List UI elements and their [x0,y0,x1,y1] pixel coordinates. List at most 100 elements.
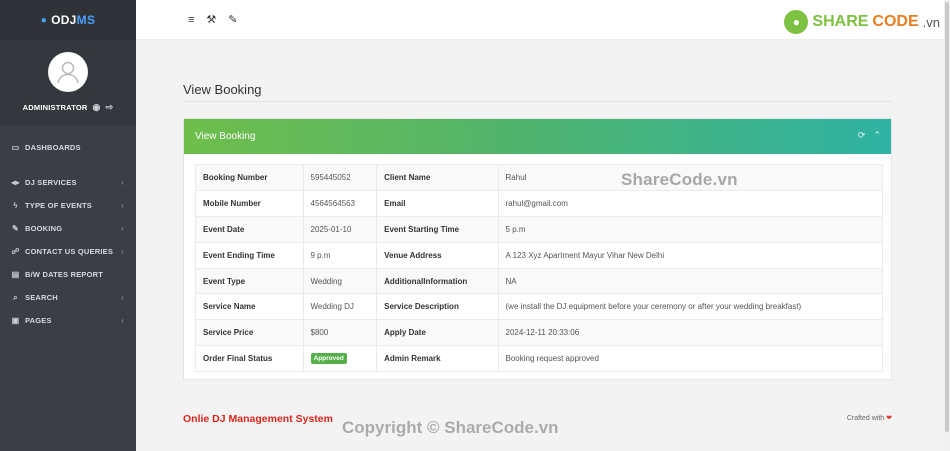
field-label: Venue Address [376,241,499,269]
sidebar: ● ODJ MS ADMINISTRATOR ◉ ⇨ ▭ DASHBOARDS ◂▸ D… [0,0,136,451]
field-value: A 123 Xyz Apartment Mayur Vihar New Delh… [497,241,884,269]
sidebar-item-label: CONTACT US QUERIES [25,247,114,256]
table-row: Booking Number 595445052 Client Name Rahul [195,164,884,191]
chevron-up-icon[interactable]: ⌃ [873,130,881,141]
droplet-icon: ● [40,14,48,26]
sidebar-nav: ▭ DASHBOARDS ◂▸ DJ SERVICES ‹ ϟ TYPE OF EVENTS… [0,126,136,332]
sidebar-item-pages[interactable]: ▣ PAGES ‹ [0,309,136,332]
copyright-watermark: Copyright © ShareCode.vn [342,418,559,437]
sidebar-item-booking[interactable]: ✎ BOOKING ‹ [0,217,136,240]
users-icon: ☍ [11,247,20,256]
sharecode-logo: ● SHARE CODE .vn [784,10,940,34]
sidebar-item-type-of-events[interactable]: ϟ TYPE OF EVENTS ‹ [0,194,136,217]
table-row: Event Ending Time 9 p.m Venue Address A 123… [195,241,884,269]
panel-header: View Booking ⟳ ⌃ [184,119,891,154]
footer-credit: Crafted with ❤ [847,414,892,422]
field-label: Event Type [195,267,304,295]
scrollbar[interactable] [944,0,950,451]
sidebar-item-label: SEARCH [25,293,58,302]
app-root: ● ODJ MS ADMINISTRATOR ◉ ⇨ ▭ DASHBOARDS ◂▸ D… [0,0,950,451]
field-value: Approved [302,345,378,373]
field-value: 4564564563 [302,189,378,217]
file-icon: ▤ [11,270,20,279]
field-value: Wedding [302,267,378,295]
sidebar-item-dashboards[interactable]: ▭ DASHBOARDS [0,136,136,159]
heart-icon: ❤ [886,415,892,422]
edit-icon: ✎ [12,224,19,233]
wrench-icon[interactable]: ⚒ [206,13,216,26]
profile-panel: ADMINISTRATOR ◉ ⇨ [0,40,136,126]
profile-row: ADMINISTRATOR ◉ ⇨ [23,102,114,113]
field-label: Service Name [195,293,304,321]
chevron-left-icon: ‹ [121,224,124,233]
field-label: Event Ending Time [195,241,304,269]
field-value: rahul@gmail.com [497,189,884,217]
field-value: 2025-01-10 [302,215,378,243]
footer-title: Onlie DJ Management System [183,413,333,425]
sharecode-mark-icon: ● [784,10,809,34]
table-row: Service Name Wedding DJ Service Descriptio… [195,293,884,321]
field-value: $800 [302,319,378,347]
sidebar-item-label: PAGES [25,316,52,325]
field-value: 2024-12-11 20:33:06 [497,319,884,347]
panel-tools: ⟳ ⌃ [858,130,881,141]
booking-panel: View Booking ⟳ ⌃ Booking Number 595445052… [183,118,892,380]
footer-credit-text: Crafted with [846,415,885,422]
field-label: Apply Date [376,319,499,347]
brush-icon[interactable]: ✎ [228,13,237,26]
chevron-left-icon: ‹ [121,178,124,187]
brand-suffix: MS [76,13,96,27]
sidebar-item-dj-services[interactable]: ◂▸ DJ SERVICES ‹ [0,171,136,194]
sidebar-item-label: BOOKING [25,224,63,233]
status-badge: Approved [310,353,347,365]
field-label: Email [376,189,499,217]
field-value: Booking request approved [497,345,884,373]
chevron-left-icon: ‹ [121,247,124,256]
title-divider [183,101,892,102]
panel-title: View Booking [195,131,256,142]
avatar [48,52,88,92]
field-value: Wedding DJ [302,293,378,321]
sidebar-item-label: DASHBOARDS [25,143,81,152]
field-label: Event Starting Time [376,215,499,243]
logo-vn: .vn [922,14,940,30]
chevron-left-icon: ‹ [121,293,124,302]
table-row: Mobile Number 4564564563 Email rahul@gmail.… [195,189,884,217]
sidebar-item-b-w-dates-report[interactable]: ▤ B/W DATES REPORT [0,263,136,286]
logo-code: CODE [872,13,919,30]
music-icon: ◂▸ [11,178,20,187]
field-value: 9 p.m [302,241,378,269]
field-value: NA [497,267,884,295]
field-label: AdditionalInformation [376,267,499,295]
pages-icon: ▣ [11,316,20,325]
refresh-icon[interactable]: ⟳ [858,130,866,141]
field-value: 595445052 [302,164,378,191]
chevron-left-icon: ‹ [121,201,124,210]
droplet-icon[interactable]: ◉ [93,102,101,113]
brand-logo[interactable]: ● ODJ MS [0,0,136,40]
page-title: View Booking [183,82,262,97]
field-value: 5 p.m [497,215,884,243]
table-row: Event Date 2025-01-10 Event Starting Time 5… [195,215,884,243]
chevron-left-icon: ‹ [121,316,124,325]
booking-details-table: Booking Number 595445052 Client Name Rahul M… [195,164,884,373]
field-label: Service Price [195,319,304,347]
menu-icon[interactable]: ≡ [188,14,194,26]
field-label: Event Date [195,215,304,243]
table-row: Order Final Status Approved Admin Remark Bo… [195,345,884,373]
dashboard-icon: ▭ [11,143,20,152]
field-label: Admin Remark [376,345,499,373]
field-label: Client Name [376,164,499,191]
sidebar-item-contact-us-queries[interactable]: ☍ CONTACT US QUERIES ‹ [0,240,136,263]
logout-icon[interactable]: ⇨ [106,102,114,113]
field-label: Mobile Number [195,189,304,217]
scrollbar-thumb[interactable] [945,2,949,432]
table-row: Event Type Wedding AdditionalInformation NA [195,267,884,295]
sidebar-item-search[interactable]: ⌕ SEARCH ‹ [0,286,136,309]
field-value: (we install the DJ equipment before your… [497,293,884,321]
sidebar-item-label: B/W DATES REPORT [25,270,104,279]
field-label: Booking Number [195,164,304,191]
sidebar-item-label: DJ SERVICES [25,178,77,187]
search-icon: ⌕ [13,292,18,302]
